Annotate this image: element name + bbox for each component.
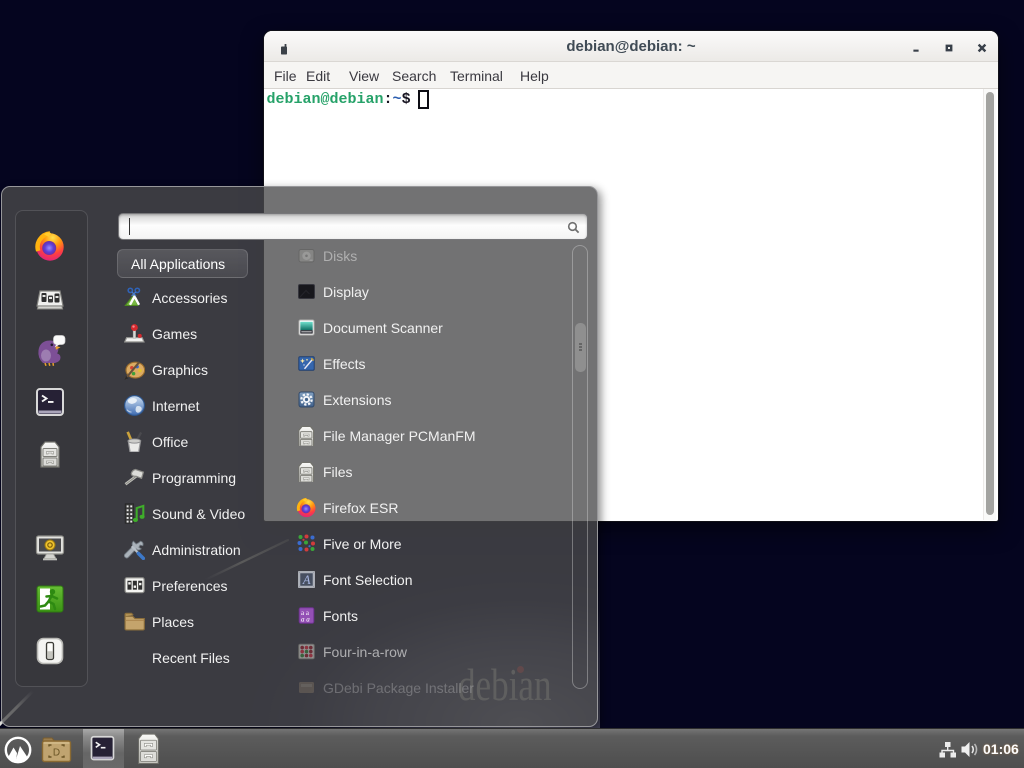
svg-text:D: D	[53, 748, 60, 759]
svg-text:a a: a a	[301, 615, 310, 623]
svg-text:A: A	[302, 572, 311, 586]
